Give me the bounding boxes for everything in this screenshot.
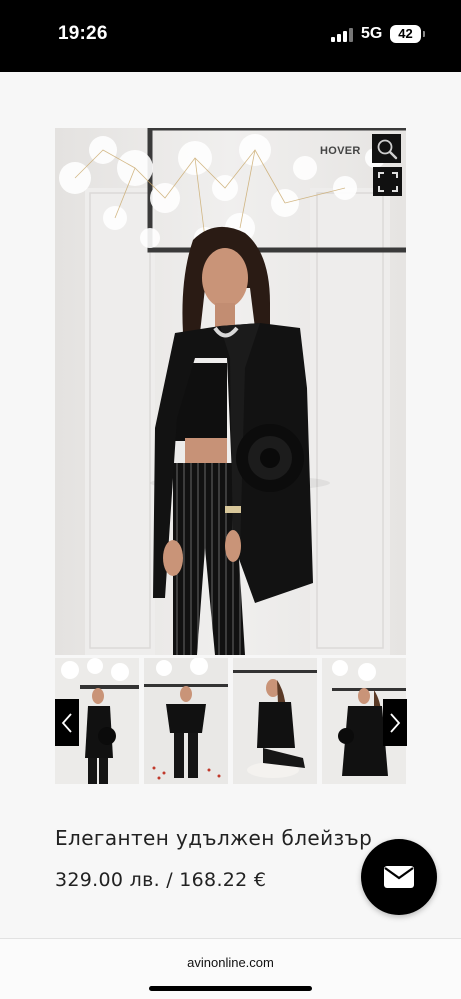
product-main-image[interactable] bbox=[55, 128, 406, 655]
battery-level: 42 bbox=[398, 26, 413, 41]
status-time: 19:26 bbox=[58, 23, 108, 44]
fullscreen-button[interactable] bbox=[373, 167, 402, 196]
status-bar: 19:26 5G 42 bbox=[0, 0, 461, 72]
browser-address-bar[interactable]: avinonline.com bbox=[0, 938, 461, 999]
thumbnail-strip bbox=[55, 658, 406, 784]
gallery-next-button[interactable] bbox=[383, 699, 407, 746]
product-title: Елегантен удължен блейзър bbox=[55, 826, 373, 850]
chevron-left-icon bbox=[61, 712, 72, 733]
expand-icon bbox=[377, 171, 398, 192]
gallery-prev-button[interactable] bbox=[55, 699, 79, 746]
chevron-right-icon bbox=[390, 712, 401, 733]
hover-label: HOVER bbox=[320, 145, 361, 157]
signal-icon bbox=[331, 28, 353, 42]
product-price: 329.00 лв. / 168.22 € bbox=[55, 869, 267, 891]
network-label: 5G bbox=[361, 25, 383, 42]
url-text[interactable]: avinonline.com bbox=[0, 955, 461, 970]
home-indicator[interactable] bbox=[149, 986, 312, 991]
magnifier-icon bbox=[377, 139, 397, 159]
thumbnail-2[interactable] bbox=[144, 658, 228, 784]
envelope-icon bbox=[384, 866, 414, 888]
message-button[interactable] bbox=[361, 839, 437, 915]
zoom-button[interactable] bbox=[372, 134, 401, 163]
battery-icon: 42 bbox=[390, 25, 425, 43]
thumbnail-3[interactable] bbox=[233, 658, 317, 784]
